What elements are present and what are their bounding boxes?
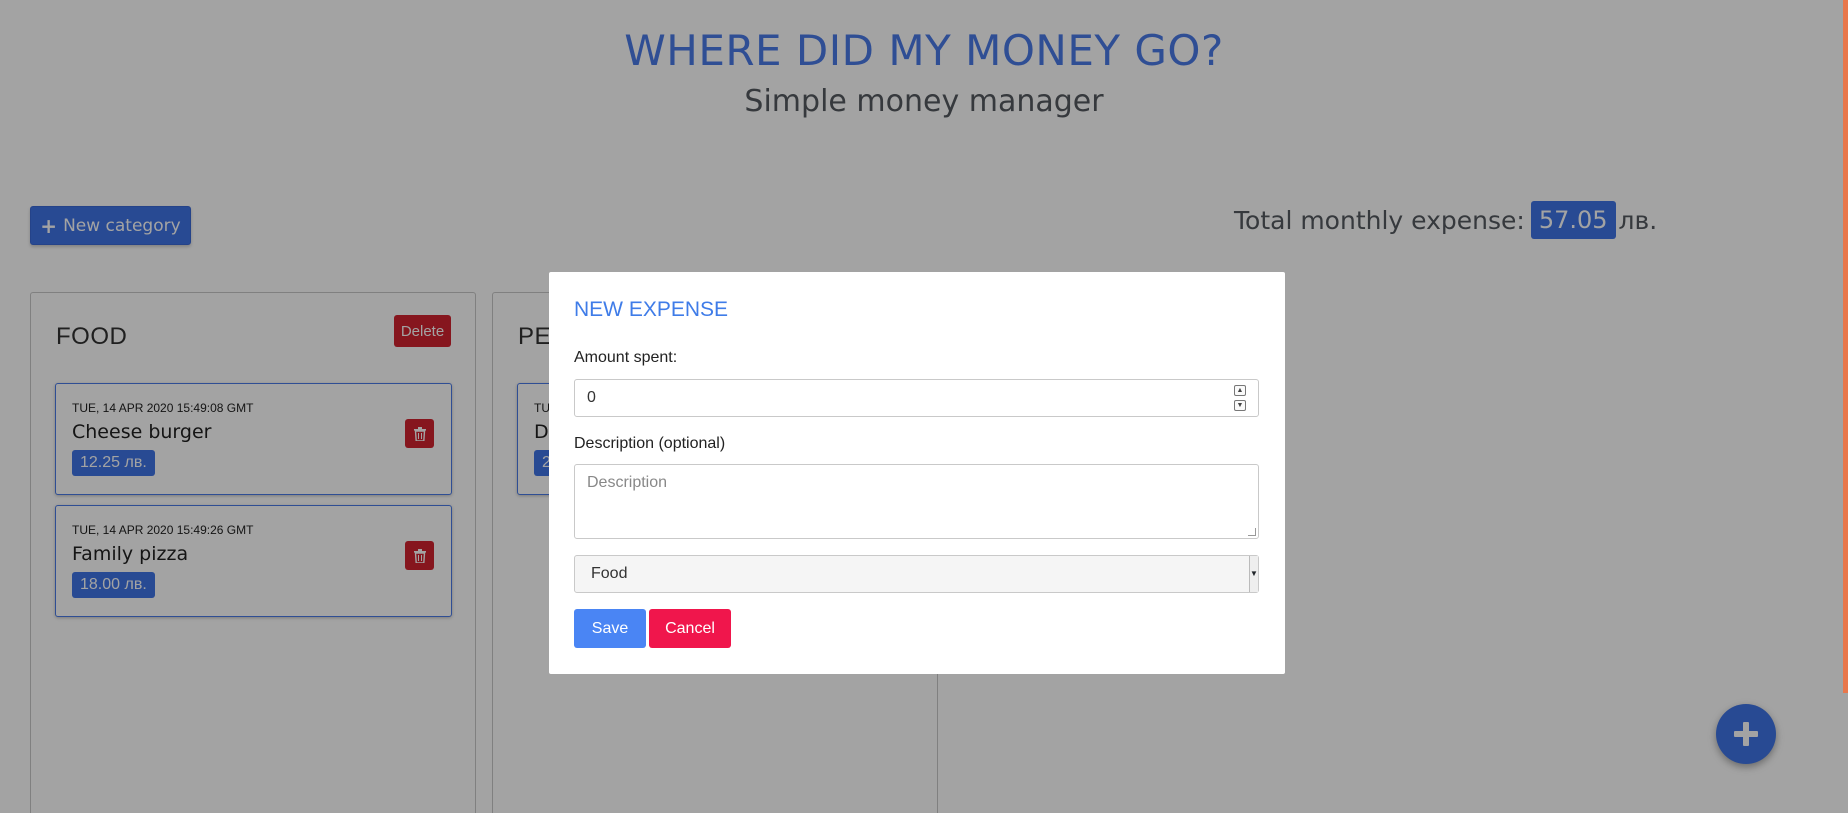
- description-label: Description (optional): [574, 435, 726, 452]
- new-expense-modal: NEW EXPENSE Amount spent: 0 ▲ ▼ Descript…: [549, 272, 1285, 674]
- amount-value: 0: [587, 389, 596, 406]
- save-button[interactable]: Save: [574, 609, 646, 648]
- chevron-up-icon[interactable]: ▲: [1234, 385, 1246, 396]
- category-select-value: Food: [591, 565, 628, 582]
- amount-label: Amount spent:: [574, 349, 678, 366]
- category-select[interactable]: Food ▼: [574, 555, 1259, 593]
- amount-stepper[interactable]: ▲ ▼: [1234, 385, 1248, 411]
- chevron-down-icon[interactable]: ▼: [1234, 400, 1246, 411]
- description-textarea[interactable]: Description: [574, 464, 1259, 539]
- amount-input[interactable]: 0 ▲ ▼: [574, 379, 1259, 417]
- chevron-down-icon[interactable]: ▼: [1249, 556, 1258, 592]
- modal-title: NEW EXPENSE: [574, 298, 729, 321]
- description-placeholder: Description: [587, 474, 668, 491]
- resize-handle[interactable]: [1248, 528, 1256, 536]
- scrollbar[interactable]: [1843, 0, 1848, 693]
- cancel-button[interactable]: Cancel: [649, 609, 731, 648]
